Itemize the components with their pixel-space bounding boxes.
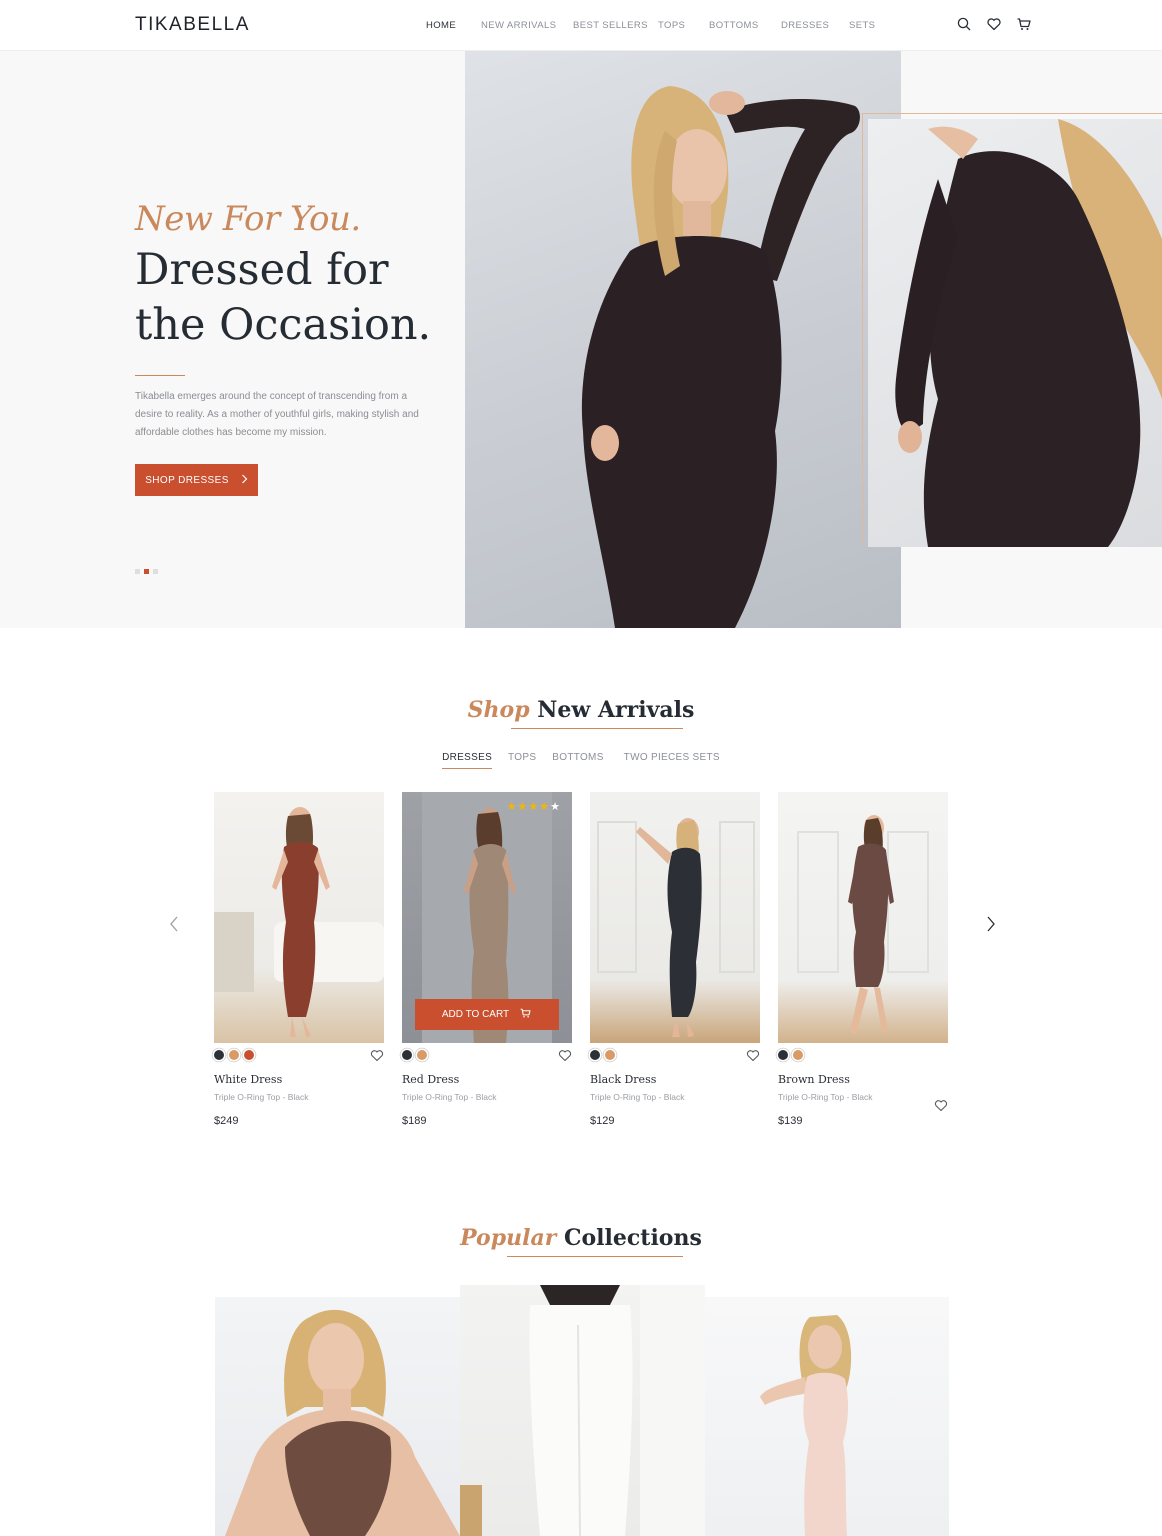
slider-dots — [135, 569, 158, 574]
product-rating: ★ ★ ★ ★ ★ — [507, 802, 560, 813]
hero-eyebrow: New For You. — [135, 199, 361, 239]
product-photo[interactable] — [214, 792, 384, 1043]
star-filled-icon: ★ — [528, 801, 539, 813]
chevron-right-icon — [241, 474, 248, 487]
hero-title-line-1: Dressed for — [135, 245, 389, 295]
product-card-red-dress[interactable]: ★ ★ ★ ★ ★ ADD TO CART Red Dress Triple O… — [402, 792, 572, 1127]
swatch-rust[interactable] — [244, 1050, 254, 1060]
nav-tops[interactable]: TOPS — [658, 20, 709, 31]
star-filled-icon: ★ — [539, 801, 550, 813]
hero-title: Dressed for the Occasion. — [135, 243, 435, 353]
product-name[interactable]: Red Dress — [402, 1073, 572, 1086]
color-swatches — [402, 1050, 572, 1060]
tab-tops[interactable]: TOPS — [508, 752, 536, 769]
carousel-next-button[interactable] — [982, 914, 1000, 934]
popular-collections-underline — [507, 1256, 683, 1257]
tab-two-pieces-sets[interactable]: TWO PIECES SETS — [624, 752, 720, 769]
new-arrivals-underline — [511, 728, 683, 729]
star-filled-icon: ★ — [506, 801, 517, 813]
product-subtitle: Triple O-Ring Top - Black — [778, 1092, 873, 1102]
wishlist-heart-icon[interactable] — [934, 1099, 948, 1112]
collection-tile-sets[interactable] — [705, 1297, 949, 1536]
shop-dresses-label: SHOP DRESSES — [145, 474, 229, 486]
product-name[interactable]: Brown Dress — [778, 1073, 948, 1086]
product-price: $249 — [214, 1115, 239, 1127]
nav-new-arrivals[interactable]: NEW ARRIVALS — [481, 20, 573, 31]
product-price: $129 — [590, 1115, 615, 1127]
heart-icon[interactable] — [986, 16, 1002, 32]
color-swatches — [778, 1050, 948, 1060]
star-filled-icon: ★ — [517, 801, 528, 813]
product-name[interactable]: Black Dress — [590, 1073, 760, 1086]
add-to-cart-label: ADD TO CART — [441, 1009, 510, 1020]
swatch-black[interactable] — [402, 1050, 412, 1060]
collection-tile-tops[interactable] — [215, 1297, 460, 1536]
collection-tile-bottoms[interactable] — [460, 1285, 705, 1536]
hero-divider — [135, 375, 185, 376]
tab-bottoms[interactable]: BOTTOMS — [552, 752, 603, 769]
product-subtitle: Triple O-Ring Top - Black — [214, 1092, 309, 1102]
swatch-tan[interactable] — [229, 1050, 239, 1060]
swatch-tan[interactable] — [417, 1050, 427, 1060]
slide-dot-3[interactable] — [153, 569, 158, 574]
main-nav: HOME NEW ARRIVALS BEST SELLERS TOPS BOTT… — [426, 20, 879, 31]
site-header: TIKABELLA HOME NEW ARRIVALS BEST SELLERS… — [0, 0, 1162, 51]
product-card-brown-dress[interactable]: Brown Dress Triple O-Ring Top - Black $1… — [778, 792, 948, 1127]
wishlist-heart-icon[interactable] — [370, 1049, 384, 1062]
hero-banner: New For You. Dressed for the Occasion. T… — [0, 51, 1162, 628]
carousel-prev-button[interactable] — [166, 914, 184, 934]
product-card-black-dress[interactable]: Black Dress Triple O-Ring Top - Black $1… — [590, 792, 760, 1127]
hero-copy: New For You. Dressed for the Occasion. T… — [135, 199, 435, 496]
brand-logo[interactable]: TIKABELLA — [135, 14, 250, 36]
new-arrivals-heading: Shop New Arrivals — [0, 697, 1162, 723]
swatch-tan[interactable] — [793, 1050, 803, 1060]
nav-sets[interactable]: SETS — [849, 20, 879, 31]
swatch-tan[interactable] — [605, 1050, 615, 1060]
product-price: $139 — [778, 1115, 803, 1127]
star-empty-icon: ★ — [550, 801, 560, 813]
category-tabs: DRESSES TOPS BOTTOMS TWO PIECES SETS — [0, 752, 1162, 769]
product-price: $189 — [402, 1115, 427, 1127]
product-photo[interactable] — [590, 792, 760, 1043]
swatch-black[interactable] — [778, 1050, 788, 1060]
product-photo[interactable] — [778, 792, 948, 1043]
product-photo[interactable]: ★ ★ ★ ★ ★ ADD TO CART — [402, 792, 572, 1043]
swatch-black[interactable] — [214, 1050, 224, 1060]
new-arrivals-heading-accent: Shop — [467, 697, 530, 723]
wishlist-heart-icon[interactable] — [746, 1049, 760, 1062]
swatch-black[interactable] — [590, 1050, 600, 1060]
header-actions — [956, 16, 1032, 32]
product-subtitle: Triple O-Ring Top - Black — [402, 1092, 497, 1102]
nav-home[interactable]: HOME — [426, 20, 481, 31]
hero-detail-photo — [868, 119, 1162, 547]
slide-dot-2[interactable] — [144, 569, 149, 574]
add-to-cart-button[interactable]: ADD TO CART — [415, 999, 559, 1030]
popular-collections-heading: Popular Collections — [0, 1225, 1162, 1251]
color-swatches — [590, 1050, 760, 1060]
cart-icon — [519, 1007, 532, 1022]
wishlist-heart-icon[interactable] — [558, 1049, 572, 1062]
tab-dresses[interactable]: DRESSES — [442, 752, 493, 769]
search-icon[interactable] — [956, 16, 972, 32]
product-subtitle: Triple O-Ring Top - Black — [590, 1092, 685, 1102]
hero-title-line-2: the Occasion. — [135, 300, 432, 350]
nav-best-sellers[interactable]: BEST SELLERS — [573, 20, 658, 31]
shop-dresses-button[interactable]: SHOP DRESSES — [135, 464, 258, 496]
color-swatches — [214, 1050, 384, 1060]
cart-icon[interactable] — [1016, 16, 1032, 32]
slide-dot-1[interactable] — [135, 569, 140, 574]
new-arrivals-heading-text: New Arrivals — [537, 697, 695, 723]
product-name[interactable]: White Dress — [214, 1073, 384, 1086]
product-card-white-dress[interactable]: White Dress Triple O-Ring Top - Black $2… — [214, 792, 384, 1127]
hero-description: Tikabella emerges around the concept of … — [135, 391, 419, 438]
nav-bottoms[interactable]: BOTTOMS — [709, 20, 781, 31]
hero-model-photo — [465, 51, 901, 628]
nav-dresses[interactable]: DRESSES — [781, 20, 849, 31]
popular-collections-heading-text: Collections — [564, 1225, 702, 1251]
popular-collections-heading-accent: Popular — [460, 1225, 557, 1251]
